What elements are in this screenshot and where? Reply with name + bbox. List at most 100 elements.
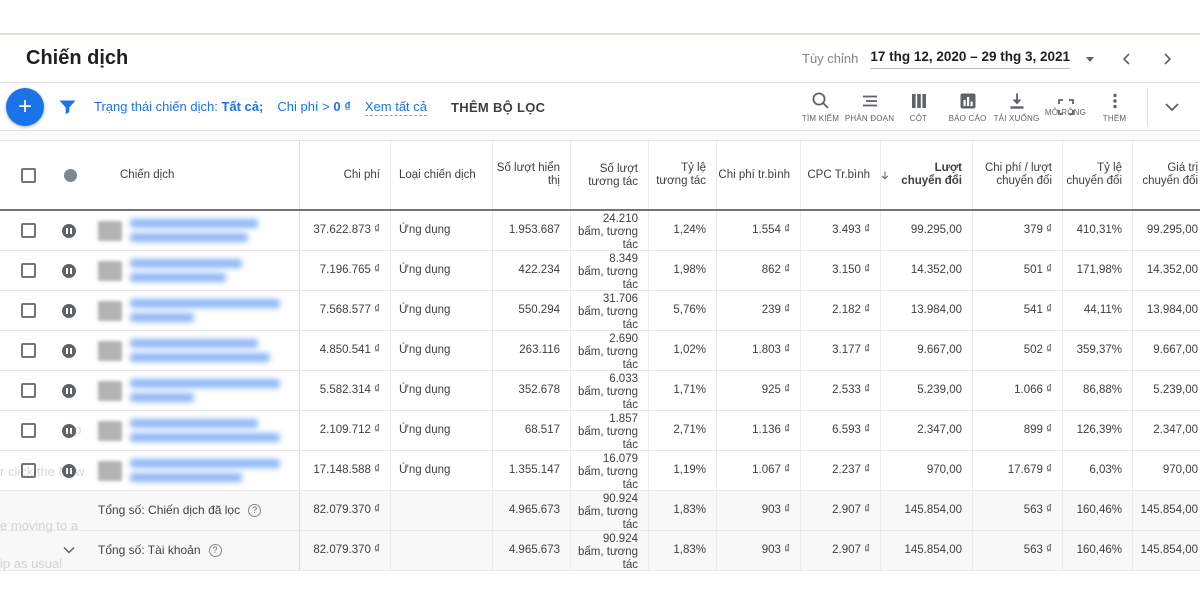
totals-label-cell: Tổng số: Chiến dịch đã lọc ?: [98, 491, 300, 530]
paused-status-icon[interactable]: [62, 304, 76, 318]
conversion-value-cell: 14.352,00: [1132, 251, 1200, 290]
cost-per-conversion-cell: 899 ₫: [972, 411, 1062, 450]
download-button[interactable]: TẢI XUỐNG: [992, 92, 1041, 123]
row-checkbox[interactable]: [21, 343, 36, 358]
chevron-left-icon: [1120, 52, 1134, 66]
select-all-checkbox[interactable]: [21, 168, 36, 183]
avg-cost-cell: 925 ₫: [716, 371, 800, 410]
totals-label-cell: Tổng số: Tài khoản ?: [98, 531, 300, 570]
search-button[interactable]: TÌM KIẾM: [796, 91, 845, 123]
date-mode-label[interactable]: Tùy chỉnh: [802, 51, 858, 66]
campaign-type-cell: Ứng dụng: [390, 371, 492, 410]
avg-cpc-cell: 2.182 ₫: [800, 291, 880, 330]
campaign-thumbnail: [98, 381, 122, 401]
impressions-cell: 352.678: [492, 371, 570, 410]
campaign-name-cell[interactable]: [98, 211, 300, 250]
campaign-name-cell[interactable]: [98, 291, 300, 330]
campaign-name-cell[interactable]: [98, 371, 300, 410]
campaign-thumbnail: [98, 341, 122, 361]
add-filter-button[interactable]: THÊM BỘ LỌC: [451, 100, 545, 115]
date-next-button[interactable]: [1160, 52, 1174, 66]
interactions-cell: 8.349bấm, tương tác: [570, 251, 648, 290]
filter-chip-status[interactable]: Trạng thái chiến dịch: Tất cả;: [94, 99, 263, 114]
impressions-cell: 4.965.673: [492, 491, 570, 530]
header-campaign[interactable]: Chiến dịch: [98, 141, 300, 209]
campaigns-table: Chiến dịch Chi phí Loại chiến dịch Số lư…: [0, 140, 1200, 571]
avg-cost-cell: 239 ₫: [716, 291, 800, 330]
date-dropdown-caret-icon[interactable]: [1086, 57, 1094, 62]
header-campaign-type[interactable]: Loại chiến dịch: [390, 141, 492, 209]
expand-account-row-button[interactable]: [56, 531, 98, 570]
header-interactions[interactable]: Số lượt tương tác: [570, 141, 648, 209]
paused-status-icon[interactable]: [62, 344, 76, 358]
filter-funnel-icon[interactable]: [59, 100, 76, 115]
date-prev-button[interactable]: [1120, 52, 1134, 66]
campaign-type-cell: Ứng dụng: [390, 211, 492, 250]
chevron-down-icon: [62, 546, 76, 555]
help-icon[interactable]: ?: [248, 504, 261, 517]
campaign-name-cell[interactable]: [98, 331, 300, 370]
add-campaign-button[interactable]: +: [6, 88, 44, 126]
campaign-name-cell[interactable]: [98, 411, 300, 450]
paused-status-icon[interactable]: [62, 384, 76, 398]
help-icon[interactable]: ?: [209, 544, 222, 557]
conversion-rate-cell: 6,03%: [1062, 451, 1132, 490]
paused-status-icon[interactable]: [62, 224, 76, 238]
table-row: 17.148.588 ₫ Ứng dụng 1.355.147 16.079bấ…: [0, 451, 1200, 491]
header-conversions[interactable]: Lượt chuyển đổi: [880, 141, 972, 209]
interactions-cell: 24.210bấm, tương tác: [570, 211, 648, 250]
impressions-cell: 1.355.147: [492, 451, 570, 490]
table-row: 7.196.765 ₫ Ứng dụng 422.234 8.349bấm, t…: [0, 251, 1200, 291]
filter-status-value: Tất cả;: [221, 99, 263, 114]
sort-descending-icon: [881, 169, 889, 182]
campaign-type-cell: Ứng dụng: [390, 411, 492, 450]
avg-cpc-cell: 3.150 ₫: [800, 251, 880, 290]
cost-cell: 2.109.712 ₫: [300, 411, 390, 450]
header-cost[interactable]: Chi phí: [300, 141, 390, 209]
status-legend-icon[interactable]: [64, 169, 77, 182]
date-range-value[interactable]: 17 thg 12, 2020 – 29 thg 3, 2021: [870, 49, 1070, 69]
report-button[interactable]: BÁO CÁO: [943, 92, 992, 123]
conversion-value-cell: 145.854,00: [1132, 531, 1200, 570]
conversion-rate-cell: 359,37%: [1062, 331, 1132, 370]
filter-chip-cost[interactable]: Chi phí > 0 ₫: [277, 99, 351, 114]
campaign-type-cell: [390, 531, 492, 570]
header-avg-cost[interactable]: Chi phí tr.bình: [716, 141, 800, 209]
expand-button[interactable]: MỞ RỘNG: [1041, 98, 1090, 117]
segment-button[interactable]: PHÂN ĐOẠN: [845, 92, 894, 123]
paused-status-icon[interactable]: [62, 264, 76, 278]
campaign-type-cell: Ứng dụng: [390, 331, 492, 370]
filter-bar: + Trạng thái chiến dịch: Tất cả; Chi phí…: [0, 84, 1200, 131]
header-conversion-value[interactable]: Giá trị chuyển đổi: [1132, 141, 1200, 209]
cost-cell: 82.079.370 ₫: [300, 531, 390, 570]
totals-row: Tổng số: Chiến dịch đã lọc ? 82.079.370 …: [0, 491, 1200, 531]
header-cost-per-conversion[interactable]: Chi phí / lượt chuyển đổi: [972, 141, 1062, 209]
collapse-toolbar-button[interactable]: [1164, 102, 1180, 112]
interaction-rate-cell: 1,24%: [648, 211, 716, 250]
header-interaction-rate[interactable]: Tỷ lệ tương tác: [648, 141, 716, 209]
row-checkbox[interactable]: [21, 263, 36, 278]
interaction-rate-cell: 1,02%: [648, 331, 716, 370]
view-all-link[interactable]: Xem tất cả: [365, 99, 427, 116]
cost-cell: 82.079.370 ₫: [300, 491, 390, 530]
row-checkbox[interactable]: [21, 383, 36, 398]
row-checkbox[interactable]: [21, 303, 36, 318]
interaction-rate-cell: 1,71%: [648, 371, 716, 410]
header-impressions[interactable]: Số lượt hiển thị: [492, 141, 570, 209]
campaign-name-redacted: [130, 339, 270, 362]
header-avg-cpc[interactable]: CPC Tr.bình: [800, 141, 880, 209]
row-checkbox[interactable]: [21, 423, 36, 438]
cost-per-conversion-cell: 501 ₫: [972, 251, 1062, 290]
campaign-thumbnail: [98, 461, 122, 481]
row-checkbox[interactable]: [21, 223, 36, 238]
campaign-name-cell[interactable]: [98, 251, 300, 290]
campaign-type-cell: Ứng dụng: [390, 451, 492, 490]
conversion-value-cell: 2.347,00: [1132, 411, 1200, 450]
header-conversion-rate[interactable]: Tỷ lệ chuyển đổi: [1062, 141, 1132, 209]
conversions-cell: 14.352,00: [880, 251, 972, 290]
more-button[interactable]: THÊM: [1090, 92, 1139, 123]
campaign-name-cell[interactable]: [98, 451, 300, 490]
columns-button[interactable]: CỘT: [894, 92, 943, 123]
conversion-rate-cell: 160,46%: [1062, 531, 1132, 570]
header-select-all-checkbox-cell: [0, 141, 56, 209]
